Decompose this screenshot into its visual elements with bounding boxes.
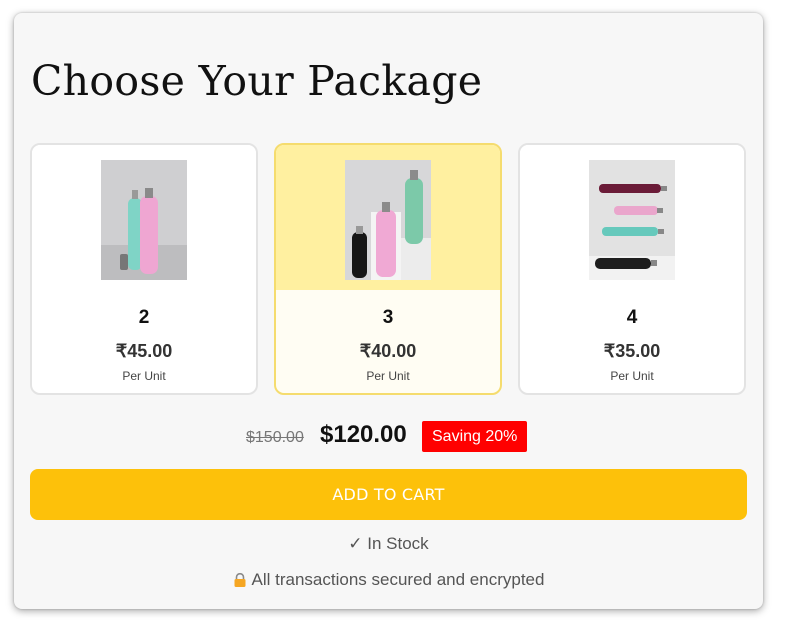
add-to-cart-button[interactable]: ADD TO CART <box>30 469 747 520</box>
lock-icon <box>234 573 246 587</box>
three-bottles-image <box>345 160 431 280</box>
package-price: ₹40.00 <box>359 341 417 361</box>
package-unit-label: Per Unit <box>610 369 654 383</box>
package-unit-label: Per Unit <box>366 369 410 383</box>
stock-status: ✓ In Stock <box>348 534 429 553</box>
package-options: 2 ₹45.00 Per Unit 3 ₹40.00 Per Unit 4 ₹3… <box>30 143 747 396</box>
package-price: ₹45.00 <box>115 341 173 361</box>
package-unit-label: Per Unit <box>122 369 166 383</box>
security-note: All transactions secured and encrypted <box>14 570 763 590</box>
two-bottles-image <box>101 160 187 280</box>
package-card: Choose Your Package 2 ₹45.00 Per Unit 3 … <box>14 13 763 609</box>
package-quantity: 4 <box>626 307 638 328</box>
price-summary: $150.00 $120.00 Saving 20% <box>14 420 763 452</box>
package-quantity: 2 <box>138 307 150 328</box>
saving-badge: Saving 20% <box>422 421 528 452</box>
four-bottles-image <box>589 160 675 280</box>
package-option-2[interactable]: 2 ₹45.00 Per Unit <box>30 143 258 395</box>
package-option-4[interactable]: 4 ₹35.00 Per Unit <box>518 143 746 395</box>
package-quantity: 3 <box>382 307 394 328</box>
security-note-text: All transactions secured and encrypted <box>251 570 545 589</box>
original-price: $150.00 <box>246 429 304 446</box>
page-title: Choose Your Package <box>31 57 483 105</box>
package-option-3[interactable]: 3 ₹40.00 Per Unit <box>274 143 502 395</box>
package-price: ₹35.00 <box>603 341 661 361</box>
discounted-price: $120.00 <box>320 421 407 448</box>
